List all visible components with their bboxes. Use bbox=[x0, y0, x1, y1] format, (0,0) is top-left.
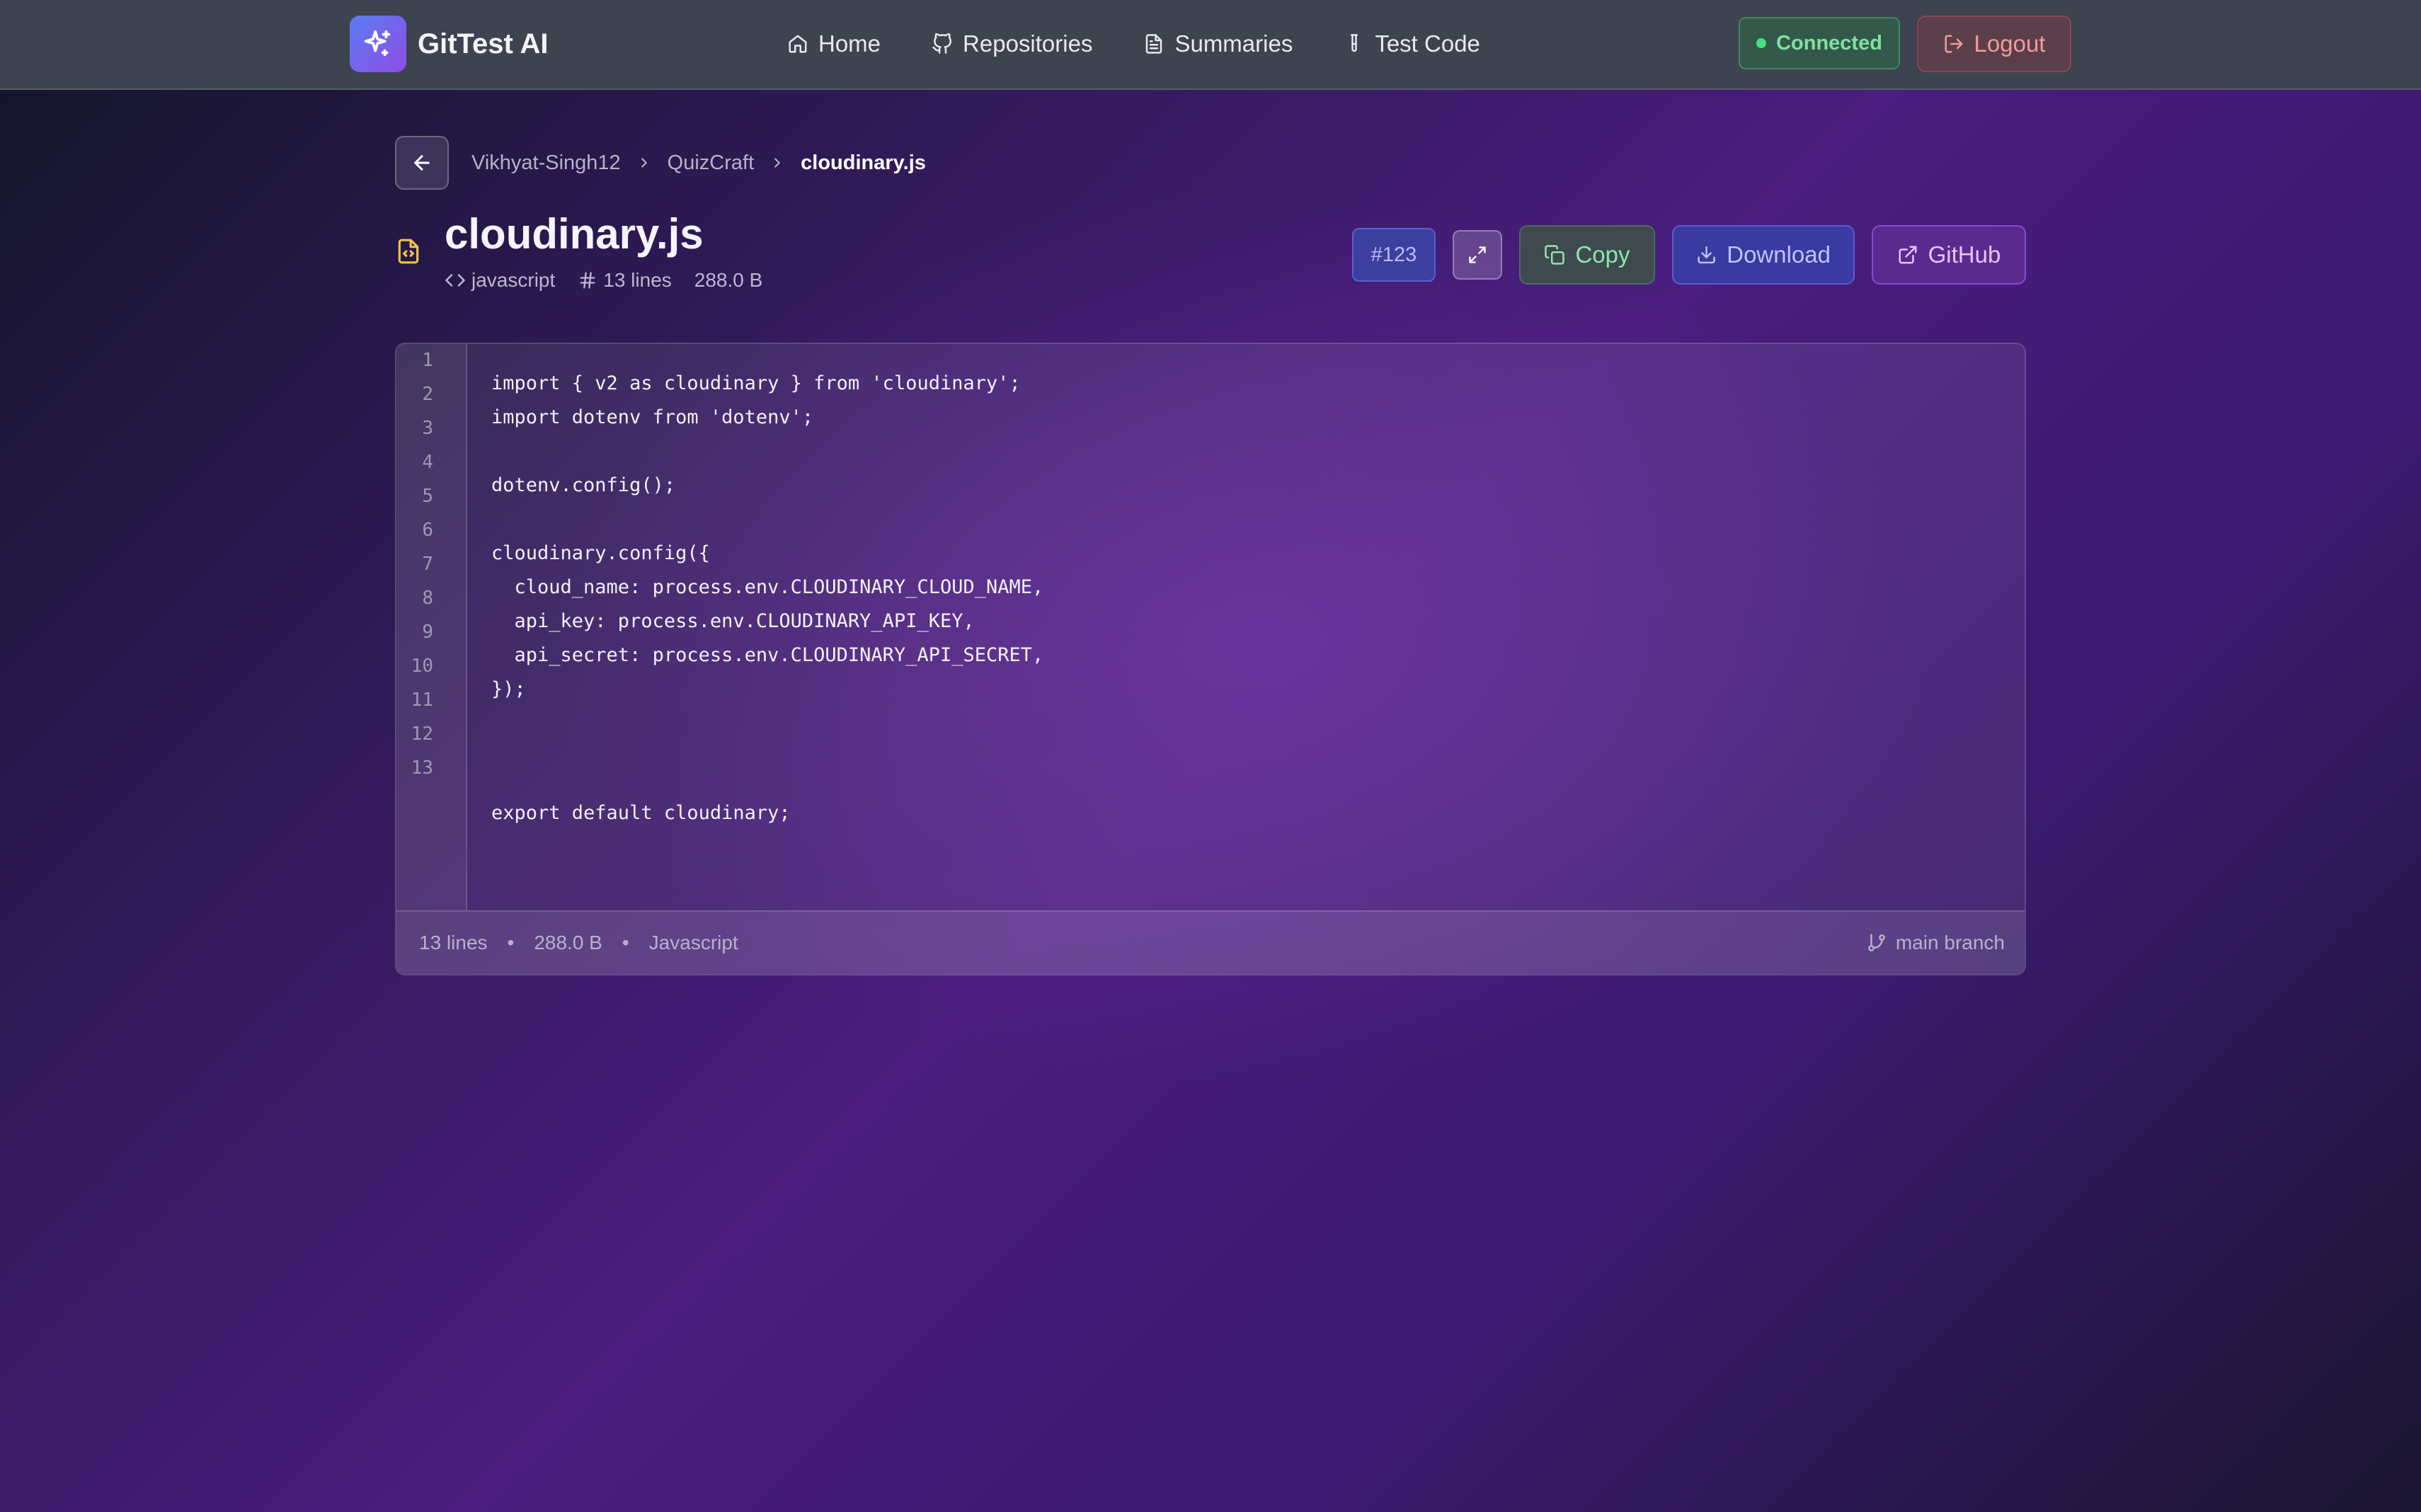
line-number: 3 bbox=[422, 418, 433, 439]
download-icon bbox=[1698, 246, 1715, 264]
back-button[interactable] bbox=[395, 136, 449, 190]
nav-repositories[interactable]: Repositories bbox=[932, 24, 1092, 64]
code-viewer[interactable]: 1 2 3 4 5 6 7 8 9 10 11 12 13 import { v2 as cloudin… bbox=[395, 343, 2026, 975]
connection-status-badge: Connected bbox=[1739, 17, 1900, 69]
code-footer: 13 lines • 288.0 B • Javascript main bra… bbox=[396, 910, 2025, 974]
separator-dot: • bbox=[507, 932, 515, 953]
footer-lines: 13 lines bbox=[419, 932, 488, 953]
footer-branch: main branch bbox=[1866, 932, 2005, 954]
nav-test-code[interactable]: Test Code bbox=[1344, 24, 1480, 64]
line-number: 13 bbox=[411, 757, 433, 779]
line-number: 4 bbox=[422, 452, 433, 473]
separator-dot: • bbox=[622, 932, 629, 953]
nav-summaries-label: Summaries bbox=[1174, 30, 1293, 57]
home-icon bbox=[789, 35, 807, 53]
github-button[interactable]: GitHub bbox=[1872, 225, 2026, 285]
app-name: GitTest AI bbox=[418, 28, 549, 59]
maximize-icon bbox=[1469, 246, 1486, 263]
main-nav: Home Repositories Summaries Test Code bbox=[787, 24, 1531, 64]
nav-repositories-label: Repositories bbox=[963, 30, 1093, 57]
test-tube-icon bbox=[1351, 34, 1358, 52]
breadcrumb-owner[interactable]: Vikhyat-Singh12 bbox=[471, 151, 621, 175]
file-language: javascript bbox=[445, 269, 555, 292]
code-brackets-icon bbox=[445, 274, 465, 287]
footer-branch-label: main branch bbox=[1895, 932, 2005, 953]
chevron-right-icon bbox=[636, 155, 652, 171]
status-dot-icon bbox=[1756, 38, 1767, 48]
logout-button[interactable]: Logout bbox=[1917, 16, 2071, 72]
code-line: api_secret: process.env.CLOUDINARY_API_S… bbox=[491, 644, 1044, 666]
download-button[interactable]: Download bbox=[1672, 225, 1855, 285]
copy-button[interactable]: Copy bbox=[1519, 225, 1655, 285]
external-link-icon bbox=[1899, 246, 1917, 264]
top-navbar: GitTest AI Home Repositories Summaries T… bbox=[0, 0, 2421, 90]
github-icon bbox=[932, 33, 952, 54]
code-file-icon bbox=[395, 236, 422, 270]
line-number: 6 bbox=[422, 520, 433, 541]
code-line: api_key: process.env.CLOUDINARY_API_KEY, bbox=[491, 610, 975, 632]
issue-badge-label: #123 bbox=[1370, 243, 1417, 266]
line-number-gutter: 1 2 3 4 5 6 7 8 9 10 11 12 13 bbox=[396, 344, 467, 910]
file-language-label: javascript bbox=[471, 269, 556, 291]
connection-status-label: Connected bbox=[1776, 31, 1882, 55]
code-line: import dotenv from 'dotenv'; bbox=[491, 406, 814, 428]
file-title: cloudinary.js bbox=[445, 210, 704, 258]
line-number: 10 bbox=[411, 655, 433, 677]
footer-language: Javascript bbox=[648, 932, 738, 953]
arrow-left-icon bbox=[414, 155, 430, 171]
code-line: export default cloudinary; bbox=[491, 802, 791, 825]
line-number: 5 bbox=[422, 486, 433, 507]
git-branch-icon bbox=[1868, 934, 1885, 951]
line-number: 1 bbox=[422, 350, 433, 371]
logout-icon bbox=[1945, 35, 1963, 53]
line-number: 11 bbox=[411, 689, 433, 711]
nav-home-label: Home bbox=[818, 30, 881, 57]
logout-label: Logout bbox=[1974, 30, 2046, 57]
code-line: dotenv.config(); bbox=[491, 474, 676, 496]
copy-icon bbox=[1545, 245, 1565, 265]
nav-test-code-label: Test Code bbox=[1375, 30, 1480, 57]
code-line: import { v2 as cloudinary } from 'cloudi… bbox=[491, 372, 1021, 394]
breadcrumb-repo[interactable]: QuizCraft bbox=[668, 151, 754, 175]
file-line-count: 13 lines bbox=[578, 269, 672, 292]
document-icon bbox=[1146, 34, 1162, 54]
footer-size: 288.0 B bbox=[534, 932, 602, 953]
line-number: 12 bbox=[411, 723, 433, 745]
breadcrumb: Vikhyat-Singh12 QuizCraft cloudinary.js bbox=[471, 149, 926, 177]
app-logo[interactable]: GitTest AI bbox=[350, 16, 548, 72]
code-line: cloudinary.config({ bbox=[491, 542, 710, 564]
footer-info: 13 lines • 288.0 B • Javascript bbox=[419, 932, 738, 954]
file-line-count-label: 13 lines bbox=[603, 269, 672, 291]
hash-icon bbox=[580, 272, 595, 289]
line-number: 9 bbox=[422, 622, 433, 643]
chevron-right-icon bbox=[769, 155, 785, 171]
expand-button[interactable] bbox=[1453, 230, 1502, 280]
copy-label: Copy bbox=[1575, 241, 1630, 268]
file-size-label: 288.0 B bbox=[694, 269, 763, 291]
line-number: 7 bbox=[422, 554, 433, 575]
nav-home[interactable]: Home bbox=[787, 24, 881, 64]
github-label: GitHub bbox=[1928, 241, 2001, 268]
line-number: 8 bbox=[422, 588, 433, 609]
file-size: 288.0 B bbox=[694, 269, 763, 292]
line-number: 2 bbox=[422, 384, 433, 405]
file-meta: javascript 13 lines 288.0 B bbox=[445, 269, 785, 292]
breadcrumb-current-file: cloudinary.js bbox=[801, 151, 926, 174]
file-actions: #123 Copy Download GitHub bbox=[1352, 225, 2026, 285]
code-line: }); bbox=[491, 678, 526, 700]
sparkles-icon bbox=[350, 16, 406, 72]
code-line: cloud_name: process.env.CLOUDINARY_CLOUD… bbox=[491, 576, 1044, 598]
issue-badge[interactable]: #123 bbox=[1352, 228, 1436, 282]
nav-summaries[interactable]: Summaries bbox=[1143, 24, 1293, 64]
download-label: Download bbox=[1727, 241, 1831, 268]
